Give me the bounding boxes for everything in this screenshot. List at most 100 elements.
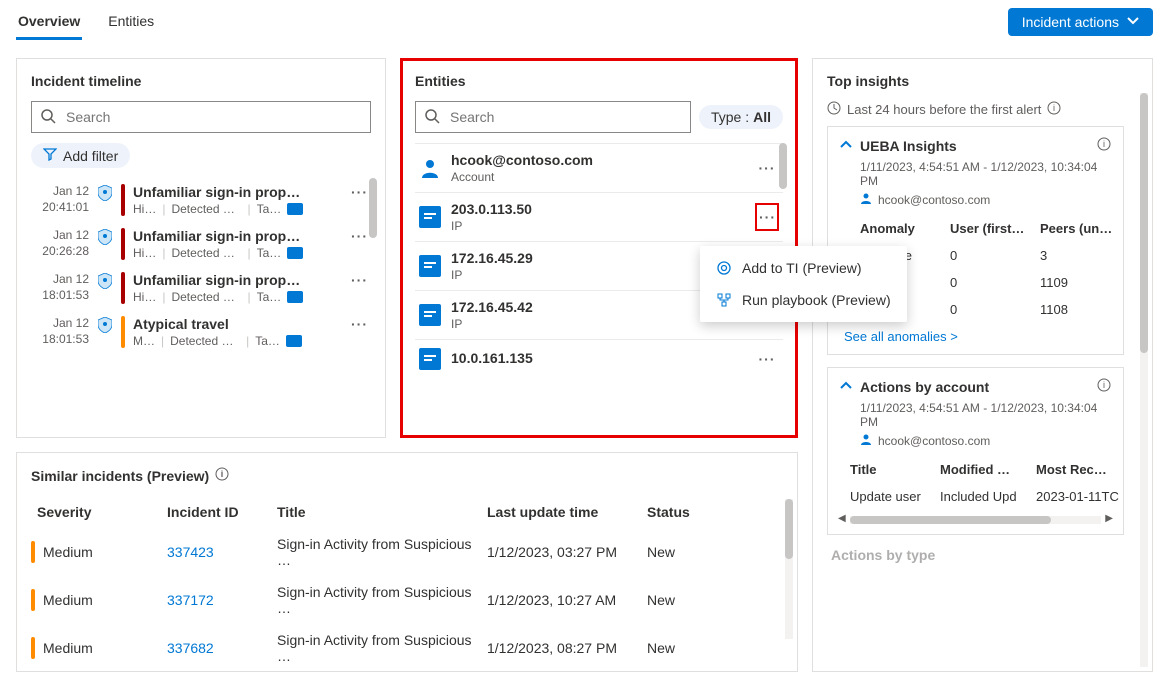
target-icon (716, 260, 732, 276)
severity-label: Medium (43, 592, 93, 608)
entities-search[interactable] (415, 101, 691, 133)
col-anomaly: Anomaly (860, 221, 950, 236)
entity-more-actions-icon[interactable]: ··· (755, 351, 779, 367)
product-chip-icon (287, 247, 303, 259)
menu-add-to-ti[interactable]: Add to TI (Preview) (700, 252, 907, 284)
col-recent: Most Rec… (1036, 462, 1122, 477)
menu-run-playbook[interactable]: Run playbook (Preview) (700, 284, 907, 316)
search-icon (40, 108, 56, 127)
entity-item[interactable]: 203.0.113.50 IP ··· (415, 192, 783, 241)
incident-timeline-card: Incident timeline Add filter Jan 1220:41… (16, 58, 386, 438)
see-all-anomalies-link[interactable]: See all anomalies > (844, 329, 1111, 344)
collapse-toggle[interactable] (840, 138, 852, 154)
col-title[interactable]: Title (271, 496, 481, 528)
horizontal-scrollbar[interactable]: ◀ ▶ (850, 516, 1101, 524)
scrollbar-track[interactable] (785, 499, 793, 639)
entity-item[interactable]: 10.0.161.135 ··· (415, 339, 783, 378)
timeline-timestamp: Jan 1218:01:53 (31, 316, 89, 347)
timeline-item[interactable]: Jan 1218:01:53 Unfamiliar sign-in prop… … (31, 266, 371, 310)
playbook-icon (716, 292, 732, 308)
table-row[interactable]: Medium 337423 Sign-in Activity from Susp… (31, 528, 783, 576)
col-last-update[interactable]: Last update time (481, 496, 641, 528)
incident-update-time: 1/12/2023, 10:27 AM (481, 576, 641, 624)
incident-title: Sign-in Activity from Suspicious … (271, 528, 481, 576)
svg-text:i: i (1103, 139, 1105, 149)
incident-update-time: 1/12/2023, 08:27 PM (481, 624, 641, 672)
severity-bar (121, 228, 125, 260)
severity-bar (31, 637, 35, 659)
timeline-timestamp: Jan 1218:01:53 (31, 272, 89, 303)
collapse-toggle[interactable] (840, 379, 852, 395)
ueba-daterange: 1/11/2023, 4:54:51 AM - 1/12/2023, 10:34… (860, 160, 1111, 188)
timeline-item-title: Unfamiliar sign-in prop… (133, 228, 343, 244)
scrollbar-thumb[interactable] (850, 516, 1051, 524)
table-row[interactable]: Medium 337682 Sign-in Activity from Susp… (31, 624, 783, 672)
add-filter-button[interactable]: Add filter (31, 143, 130, 168)
shield-icon (97, 184, 113, 202)
timeline-search-input[interactable] (64, 108, 362, 126)
entities-search-input[interactable] (448, 108, 682, 126)
col-incident-id[interactable]: Incident ID (161, 496, 271, 528)
col-modified: Modified … (940, 462, 1036, 477)
tab-entities[interactable]: Entities (106, 3, 156, 40)
info-icon: i (215, 467, 229, 484)
col-title: Title (850, 462, 940, 477)
incident-id-link[interactable]: 337682 (167, 640, 214, 656)
col-status[interactable]: Status (641, 496, 783, 528)
more-actions-icon[interactable]: ··· (351, 272, 371, 288)
type-label: Type : (711, 109, 749, 125)
severity-label: Medium (43, 640, 93, 656)
entities-type-filter[interactable]: Type : All (699, 105, 783, 129)
ueba-title: UEBA Insights (860, 138, 957, 154)
info-icon: i (1097, 378, 1111, 395)
tab-overview[interactable]: Overview (16, 3, 82, 40)
clock-icon (827, 101, 841, 118)
ip-icon (419, 348, 441, 370)
timeline-item[interactable]: Jan 1220:41:01 Unfamiliar sign-in prop… … (31, 178, 371, 222)
entity-context-menu: Add to TI (Preview) Run playbook (Previe… (700, 246, 907, 322)
timeline-title: Incident timeline (31, 73, 371, 89)
entity-more-actions-icon[interactable]: ··· (755, 160, 779, 176)
severity-bar (121, 272, 125, 304)
entity-item[interactable]: hcook@contoso.com Account ··· (415, 143, 783, 192)
entities-title: Entities (415, 73, 783, 89)
scrollbar-thumb[interactable] (779, 143, 787, 189)
shield-icon (97, 228, 113, 246)
more-actions-icon[interactable]: ··· (351, 228, 371, 244)
similar-incidents-title: Similar incidents (Preview) (31, 468, 209, 484)
timeline-item[interactable]: Jan 1220:26:28 Unfamiliar sign-in prop… … (31, 222, 371, 266)
timeline-item-title: Unfamiliar sign-in prop… (133, 184, 343, 200)
ip-icon (419, 304, 441, 326)
product-chip-icon (287, 203, 303, 215)
scroll-left-arrow[interactable]: ◀ (838, 513, 846, 524)
scrollbar-track[interactable] (1140, 93, 1148, 667)
more-actions-icon[interactable]: ··· (351, 184, 371, 200)
actions-by-type-title: Actions by type (831, 547, 1124, 563)
incident-update-time: 1/12/2023, 03:27 PM (481, 528, 641, 576)
incident-id-link[interactable]: 337423 (167, 544, 214, 560)
timeline-item-title: Atypical travel (133, 316, 343, 332)
ip-icon (419, 255, 441, 277)
actions-account-user: hcook@contoso.com (878, 434, 990, 448)
more-actions-icon[interactable]: ··· (351, 316, 371, 332)
scrollbar-thumb[interactable] (1140, 93, 1148, 353)
timeline-item[interactable]: Jan 1218:01:53 Atypical travel M…| Detec… (31, 310, 371, 354)
entity-more-actions-icon[interactable]: ··· (755, 203, 779, 231)
scrollbar-thumb[interactable] (785, 499, 793, 559)
incident-actions-button[interactable]: Incident actions (1008, 8, 1153, 36)
search-icon (424, 108, 440, 127)
ip-icon (419, 206, 441, 228)
ueba-user: hcook@contoso.com (878, 193, 990, 207)
timeline-timestamp: Jan 1220:26:28 (31, 228, 89, 259)
incident-id-link[interactable]: 337172 (167, 592, 214, 608)
insights-range-label: Last 24 hours before the first alert (847, 102, 1041, 117)
user-icon (860, 192, 872, 207)
timeline-search[interactable] (31, 101, 371, 133)
table-row[interactable]: Medium 337172 Sign-in Activity from Susp… (31, 576, 783, 624)
severity-bar (31, 541, 35, 563)
menu-add-to-ti-label: Add to TI (Preview) (742, 260, 862, 276)
scroll-right-arrow[interactable]: ▶ (1105, 513, 1113, 524)
timeline-item-meta: Hi…| Detected b…| Ta… (133, 202, 343, 216)
col-severity[interactable]: Severity (31, 496, 161, 528)
incident-actions-label: Incident actions (1022, 14, 1119, 30)
